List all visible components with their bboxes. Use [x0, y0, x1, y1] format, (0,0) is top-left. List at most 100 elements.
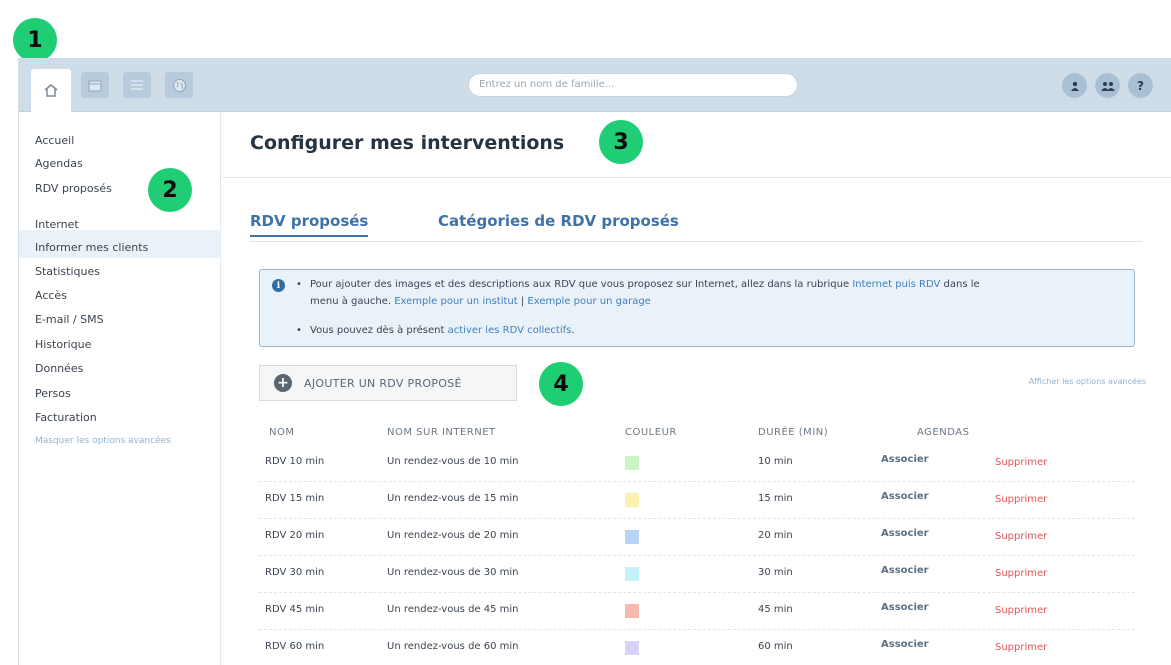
cell-nom-internet: Un rendez-vous de 45 min	[387, 604, 519, 615]
activate-collective-link[interactable]: activer les RDV collectifs	[448, 325, 572, 336]
cell-nom: RDV 45 min	[265, 604, 325, 615]
column-header-agendas: AGENDAS	[917, 427, 970, 438]
cell-nom-internet: Un rendez-vous de 30 min	[387, 567, 519, 578]
page-title: Configurer mes interventions	[250, 132, 565, 154]
associer-link[interactable]: Associer	[881, 602, 929, 613]
example-institut-link[interactable]: Exemple pour un institut	[394, 296, 517, 307]
sidebar-item-rdv-proposes[interactable]: RDV proposés	[35, 182, 112, 195]
sidebar-item-informer[interactable]: Informer mes clients	[35, 241, 148, 254]
step-badge-1: 1	[13, 18, 57, 62]
info-box: i • Pour ajouter des images et des descr…	[259, 269, 1135, 347]
internet-rdv-link[interactable]: Internet puis RDV	[852, 279, 940, 290]
tab-categories[interactable]: Catégories de RDV proposés	[438, 212, 679, 230]
associer-link[interactable]: Associer	[881, 639, 929, 650]
bullet: •	[296, 279, 302, 290]
example-garage-link[interactable]: Exemple pour un garage	[527, 296, 650, 307]
calendar-icon	[88, 80, 102, 91]
cell-duree: 30 min	[758, 567, 793, 578]
cell-duree: 45 min	[758, 604, 793, 615]
top-bar: Entrez un nom de famille... ?	[19, 58, 1171, 112]
sidebar-item-accueil[interactable]: Accueil	[35, 134, 74, 147]
bullet: •	[296, 325, 302, 336]
table-row: RDV 15 min Un rendez-vous de 15 min 15 min…	[259, 482, 1135, 519]
home-icon	[44, 84, 58, 97]
title-divider	[222, 177, 1171, 178]
list-tab[interactable]	[123, 72, 151, 98]
info-line-3: Vous pouvez dès à présent activer les RD…	[310, 322, 575, 339]
associer-link[interactable]: Associer	[881, 491, 929, 502]
users-icon	[1100, 81, 1115, 91]
color-swatch[interactable]	[625, 456, 639, 470]
color-swatch[interactable]	[625, 493, 639, 507]
cell-nom-internet: Un rendez-vous de 20 min	[387, 530, 519, 541]
supprimer-link[interactable]: Supprimer	[995, 568, 1047, 579]
table-row: RDV 20 min Un rendez-vous de 20 min 20 min…	[259, 519, 1135, 556]
column-header-nom-internet: NOM SUR INTERNET	[387, 427, 496, 438]
color-swatch[interactable]	[625, 567, 639, 581]
sidebar-item-donnees[interactable]: Données	[35, 362, 83, 375]
supprimer-link[interactable]: Supprimer	[995, 457, 1047, 468]
cell-nom: RDV 10 min	[265, 456, 325, 467]
table-row: RDV 60 min Un rendez-vous de 60 min 60 min…	[259, 630, 1135, 665]
associer-link[interactable]: Associer	[881, 565, 929, 576]
sidebar-item-historique[interactable]: Historique	[35, 338, 91, 351]
color-swatch[interactable]	[625, 530, 639, 544]
cell-nom: RDV 20 min	[265, 530, 325, 541]
help-icon: ?	[1137, 78, 1144, 93]
cell-nom-internet: Un rendez-vous de 15 min	[387, 493, 519, 504]
supprimer-link[interactable]: Supprimer	[995, 494, 1047, 505]
globe-tab[interactable]	[165, 72, 193, 98]
sidebar: Accueil Agendas RDV proposés Internet In…	[19, 112, 221, 665]
info-icon: i	[272, 279, 285, 292]
help-button[interactable]: ?	[1128, 73, 1153, 98]
sidebar-item-email-sms[interactable]: E-mail / SMS	[35, 313, 104, 326]
home-tab[interactable]	[31, 69, 71, 112]
add-rdv-label: AJOUTER UN RDV PROPOSÉ	[304, 376, 462, 390]
column-header-duree: DURÉE (MIN)	[758, 427, 829, 438]
table-row: RDV 45 min Un rendez-vous de 45 min 45 min…	[259, 593, 1135, 630]
cell-duree: 20 min	[758, 530, 793, 541]
color-swatch[interactable]	[625, 604, 639, 618]
column-header-couleur: COULEUR	[625, 427, 677, 438]
cell-duree: 60 min	[758, 641, 793, 652]
info-line-2: menu à gauche. Exemple pour un institut …	[310, 293, 651, 310]
cell-nom: RDV 15 min	[265, 493, 325, 504]
main-content: Configurer mes interventions RDV proposé…	[222, 112, 1171, 665]
sidebar-item-statistiques[interactable]: Statistiques	[35, 265, 100, 278]
info-text: menu à gauche.	[310, 296, 395, 307]
sidebar-item-facturation[interactable]: Facturation	[35, 411, 97, 424]
supprimer-link[interactable]: Supprimer	[995, 642, 1047, 653]
list-icon	[131, 80, 143, 90]
color-swatch[interactable]	[625, 641, 639, 655]
info-text: Pour ajouter des images et des descripti…	[310, 279, 853, 290]
cell-nom: RDV 60 min	[265, 641, 325, 652]
sidebar-item-persos[interactable]: Persos	[35, 387, 71, 400]
sidebar-item-agendas[interactable]: Agendas	[35, 157, 83, 170]
sidebar-item-internet[interactable]: Internet	[35, 218, 79, 231]
cell-duree: 15 min	[758, 493, 793, 504]
tab-rdv-proposes[interactable]: RDV proposés	[250, 212, 369, 237]
associer-link[interactable]: Associer	[881, 454, 929, 465]
add-rdv-button[interactable]: + AJOUTER UN RDV PROPOSÉ	[259, 365, 517, 401]
table-row: RDV 30 min Un rendez-vous de 30 min 30 min…	[259, 556, 1135, 593]
account-button[interactable]	[1062, 73, 1087, 98]
supprimer-link[interactable]: Supprimer	[995, 605, 1047, 616]
team-button[interactable]	[1095, 73, 1120, 98]
associer-link[interactable]: Associer	[881, 528, 929, 539]
show-advanced-options-link[interactable]: Afficher les options avancées	[1029, 377, 1146, 386]
info-text: Vous pouvez dès à présent	[310, 325, 448, 336]
app-frame: Entrez un nom de famille... ? Accueil Ag…	[18, 58, 1171, 665]
cell-nom-internet: Un rendez-vous de 60 min	[387, 641, 519, 652]
sidebar-item-acces[interactable]: Accès	[35, 289, 67, 302]
cell-duree: 10 min	[758, 456, 793, 467]
table-row: RDV 10 min Un rendez-vous de 10 min 10 min…	[259, 445, 1135, 482]
cell-nom-internet: Un rendez-vous de 10 min	[387, 456, 519, 467]
user-icon	[1070, 81, 1079, 91]
hide-advanced-options-link[interactable]: Masquer les options avancées	[35, 436, 171, 446]
cell-nom: RDV 30 min	[265, 567, 325, 578]
calendar-tab[interactable]	[81, 72, 109, 98]
search-input[interactable]: Entrez un nom de famille...	[468, 73, 798, 97]
column-header-nom: NOM	[269, 427, 295, 438]
supprimer-link[interactable]: Supprimer	[995, 531, 1047, 542]
info-line-1: Pour ajouter des images et des descripti…	[310, 276, 980, 293]
